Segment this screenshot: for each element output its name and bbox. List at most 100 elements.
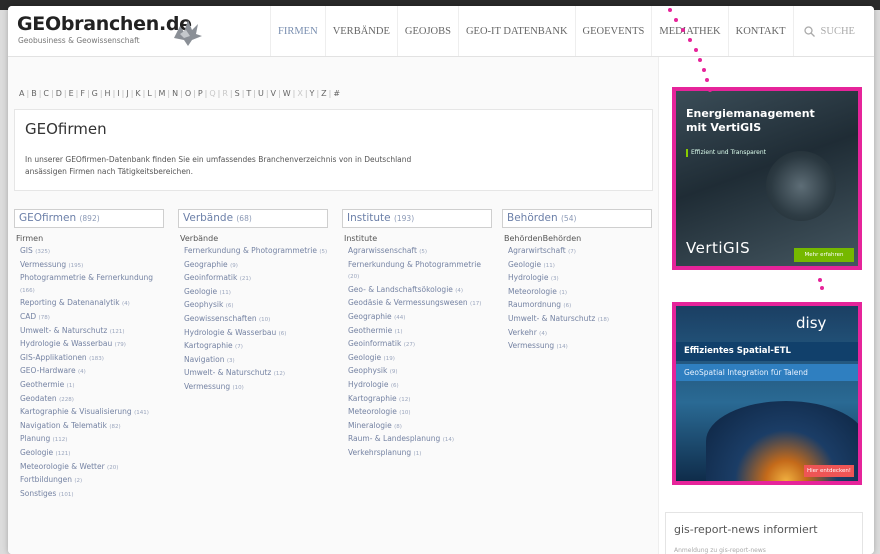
nav-geoevents[interactable]: GEOEVENTS — [574, 6, 652, 56]
category-link[interactable]: Geophysik (9) — [342, 365, 492, 379]
category-link[interactable]: Umwelt- & Naturschutz (12) — [178, 367, 328, 381]
alpha-letter[interactable]: Q — [208, 89, 216, 98]
category-link[interactable]: Fortbildungen (2) — [14, 474, 164, 488]
alpha-letter[interactable]: P — [197, 89, 204, 98]
alpha-letter[interactable]: S — [234, 89, 241, 98]
nav-geojobs[interactable]: GEOJOBS — [396, 6, 458, 56]
category-link[interactable]: Hydrologie (3) — [502, 272, 652, 286]
category-link[interactable]: Raum- & Landesplanung (14) — [342, 433, 492, 447]
nav-geo-it-datenbank[interactable]: GEO-IT DATENBANK — [457, 6, 575, 56]
column-heading[interactable]: Verbände (68) — [178, 209, 328, 228]
category-link[interactable]: Planung (112) — [14, 433, 164, 447]
logo-title[interactable]: GEObranchen.de — [17, 13, 192, 35]
category-link[interactable]: Vermessung (10) — [178, 381, 328, 395]
category-link[interactable]: Navigation & Telematik (82) — [14, 420, 164, 434]
newsletter-title: gis-report-news informiert — [674, 523, 818, 536]
vertigis-ad-banner[interactable]: Energiemanagement mit VertiGIS Effizient… — [672, 87, 862, 270]
alpha-letter[interactable]: # — [332, 89, 341, 98]
alpha-letter[interactable]: Z — [320, 89, 327, 98]
nav-mediathek[interactable]: MEDIATHEK — [651, 6, 727, 56]
category-count: (14) — [556, 344, 568, 351]
category-link[interactable]: Meteorologie (1) — [502, 286, 652, 300]
category-link[interactable]: Geologie (11) — [178, 286, 328, 300]
category-link[interactable]: Umwelt- & Naturschutz (121) — [14, 325, 164, 339]
alpha-letter[interactable]: U — [257, 89, 265, 98]
alpha-letter[interactable]: C — [42, 89, 50, 98]
column-heading[interactable]: Behörden (54) — [502, 209, 652, 228]
category-link[interactable]: Geologie (121) — [14, 447, 164, 461]
alpha-letter[interactable]: N — [171, 89, 179, 98]
category-link[interactable]: Geologie (19) — [342, 352, 492, 366]
category-link[interactable]: Fernerkundung & Photogrammetrie (20) — [342, 259, 492, 284]
category-link[interactable]: Verkehr (4) — [502, 327, 652, 341]
category-link[interactable]: Raumordnung (6) — [502, 299, 652, 313]
alpha-letter[interactable]: X — [296, 89, 303, 98]
category-link[interactable]: CAD (78) — [14, 311, 164, 325]
alpha-letter[interactable]: F — [79, 89, 86, 98]
nav-firmen[interactable]: FIRMEN — [270, 6, 325, 56]
category-link[interactable]: Fernerkundung & Photogrammetrie (5) — [178, 245, 328, 259]
category-link[interactable]: Hydrologie & Wasserbau (79) — [14, 338, 164, 352]
category-link[interactable]: Agrarwirtschaft (7) — [502, 245, 652, 259]
alpha-letter[interactable]: G — [91, 89, 99, 98]
category-count: (20) — [107, 464, 119, 471]
category-link[interactable]: GIS-Applikationen (183) — [14, 352, 164, 366]
category-link[interactable]: Geographie (44) — [342, 311, 492, 325]
category-link[interactable]: Geo- & Landschaftsökologie (4) — [342, 284, 492, 298]
category-link[interactable]: Kartographie (12) — [342, 393, 492, 407]
category-link[interactable]: Meteorologie (10) — [342, 406, 492, 420]
category-link[interactable]: Vermessung (195) — [14, 259, 164, 273]
alpha-letter[interactable]: R — [221, 89, 229, 98]
alpha-letter[interactable]: H — [104, 89, 112, 98]
category-link[interactable]: Geologie (11) — [502, 259, 652, 273]
nav-verbaende[interactable]: VERBÄNDE — [324, 6, 397, 56]
decorative-dot — [694, 48, 698, 52]
alpha-letter[interactable]: T — [245, 89, 252, 98]
disy-cta-button[interactable]: Hier entdecken! — [804, 465, 854, 477]
category-link[interactable]: Verkehrsplanung (1) — [342, 447, 492, 461]
category-link[interactable]: Geowissenschaften (10) — [178, 313, 328, 327]
category-link[interactable]: Geophysik (6) — [178, 299, 328, 313]
newsletter-text[interactable]: Anmeldung zu gis-report-news — [674, 547, 766, 554]
alpha-letter[interactable]: D — [55, 89, 63, 98]
category-link[interactable]: Hydrologie & Wasserbau (6) — [178, 327, 328, 341]
category-link[interactable]: Geodaten (228) — [14, 393, 164, 407]
alpha-letter[interactable]: B — [30, 89, 38, 98]
category-link[interactable]: GEO-Hardware (4) — [14, 365, 164, 379]
category-count: (101) — [58, 491, 74, 498]
category-link[interactable]: Geodäsie & Vermessungswesen (17) — [342, 297, 492, 311]
alpha-letter[interactable]: Y — [309, 89, 316, 98]
category-link[interactable]: GIS (325) — [14, 245, 164, 259]
category-link[interactable]: Navigation (3) — [178, 354, 328, 368]
category-label: Vermessung — [20, 259, 67, 269]
category-link[interactable]: Hydrologie (6) — [342, 379, 492, 393]
category-link[interactable]: Photogrammetrie & Fernerkundung (166) — [14, 272, 164, 297]
category-link[interactable]: Sonstiges (101) — [14, 488, 164, 502]
alpha-letter[interactable]: O — [184, 89, 192, 98]
category-link[interactable]: Geothermie (1) — [14, 379, 164, 393]
category-link[interactable]: Vermessung (14) — [502, 340, 652, 354]
category-link[interactable]: Umwelt- & Naturschutz (18) — [502, 313, 652, 327]
category-link[interactable]: Kartographie & Visualisierung (141) — [14, 406, 164, 420]
category-link[interactable]: Agrarwissenschaft (5) — [342, 245, 492, 259]
nav-kontakt[interactable]: KONTAKT — [727, 6, 793, 56]
alpha-letter[interactable]: V — [270, 89, 277, 98]
alpha-letter[interactable]: K — [134, 89, 141, 98]
category-link[interactable]: Geothermie (1) — [342, 325, 492, 339]
category-link[interactable]: Geoinformatik (27) — [342, 338, 492, 352]
column-heading[interactable]: Institute (193) — [342, 209, 492, 228]
disy-ad-banner[interactable]: disy Effizientes Spatial-ETL GeoSpatial … — [672, 302, 862, 485]
alpha-letter[interactable]: E — [68, 89, 75, 98]
vertigis-cta-button[interactable]: Mehr erfahren — [794, 248, 854, 262]
category-link[interactable]: Reporting & Datenanalytik (4) — [14, 297, 164, 311]
category-link[interactable]: Kartographie (7) — [178, 340, 328, 354]
alpha-letter[interactable]: A — [18, 89, 25, 98]
alpha-letter[interactable]: W — [282, 89, 292, 98]
category-link[interactable]: Geographie (9) — [178, 259, 328, 273]
category-link[interactable]: Geoinformatik (21) — [178, 272, 328, 286]
column-heading[interactable]: GEOfirmen (892) — [14, 209, 164, 228]
category-link[interactable]: Mineralogie (8) — [342, 420, 492, 434]
alpha-letter[interactable]: M — [158, 89, 167, 98]
category-link[interactable]: Meteorologie & Wetter (20) — [14, 461, 164, 475]
search-button[interactable]: SUCHE — [792, 6, 865, 56]
